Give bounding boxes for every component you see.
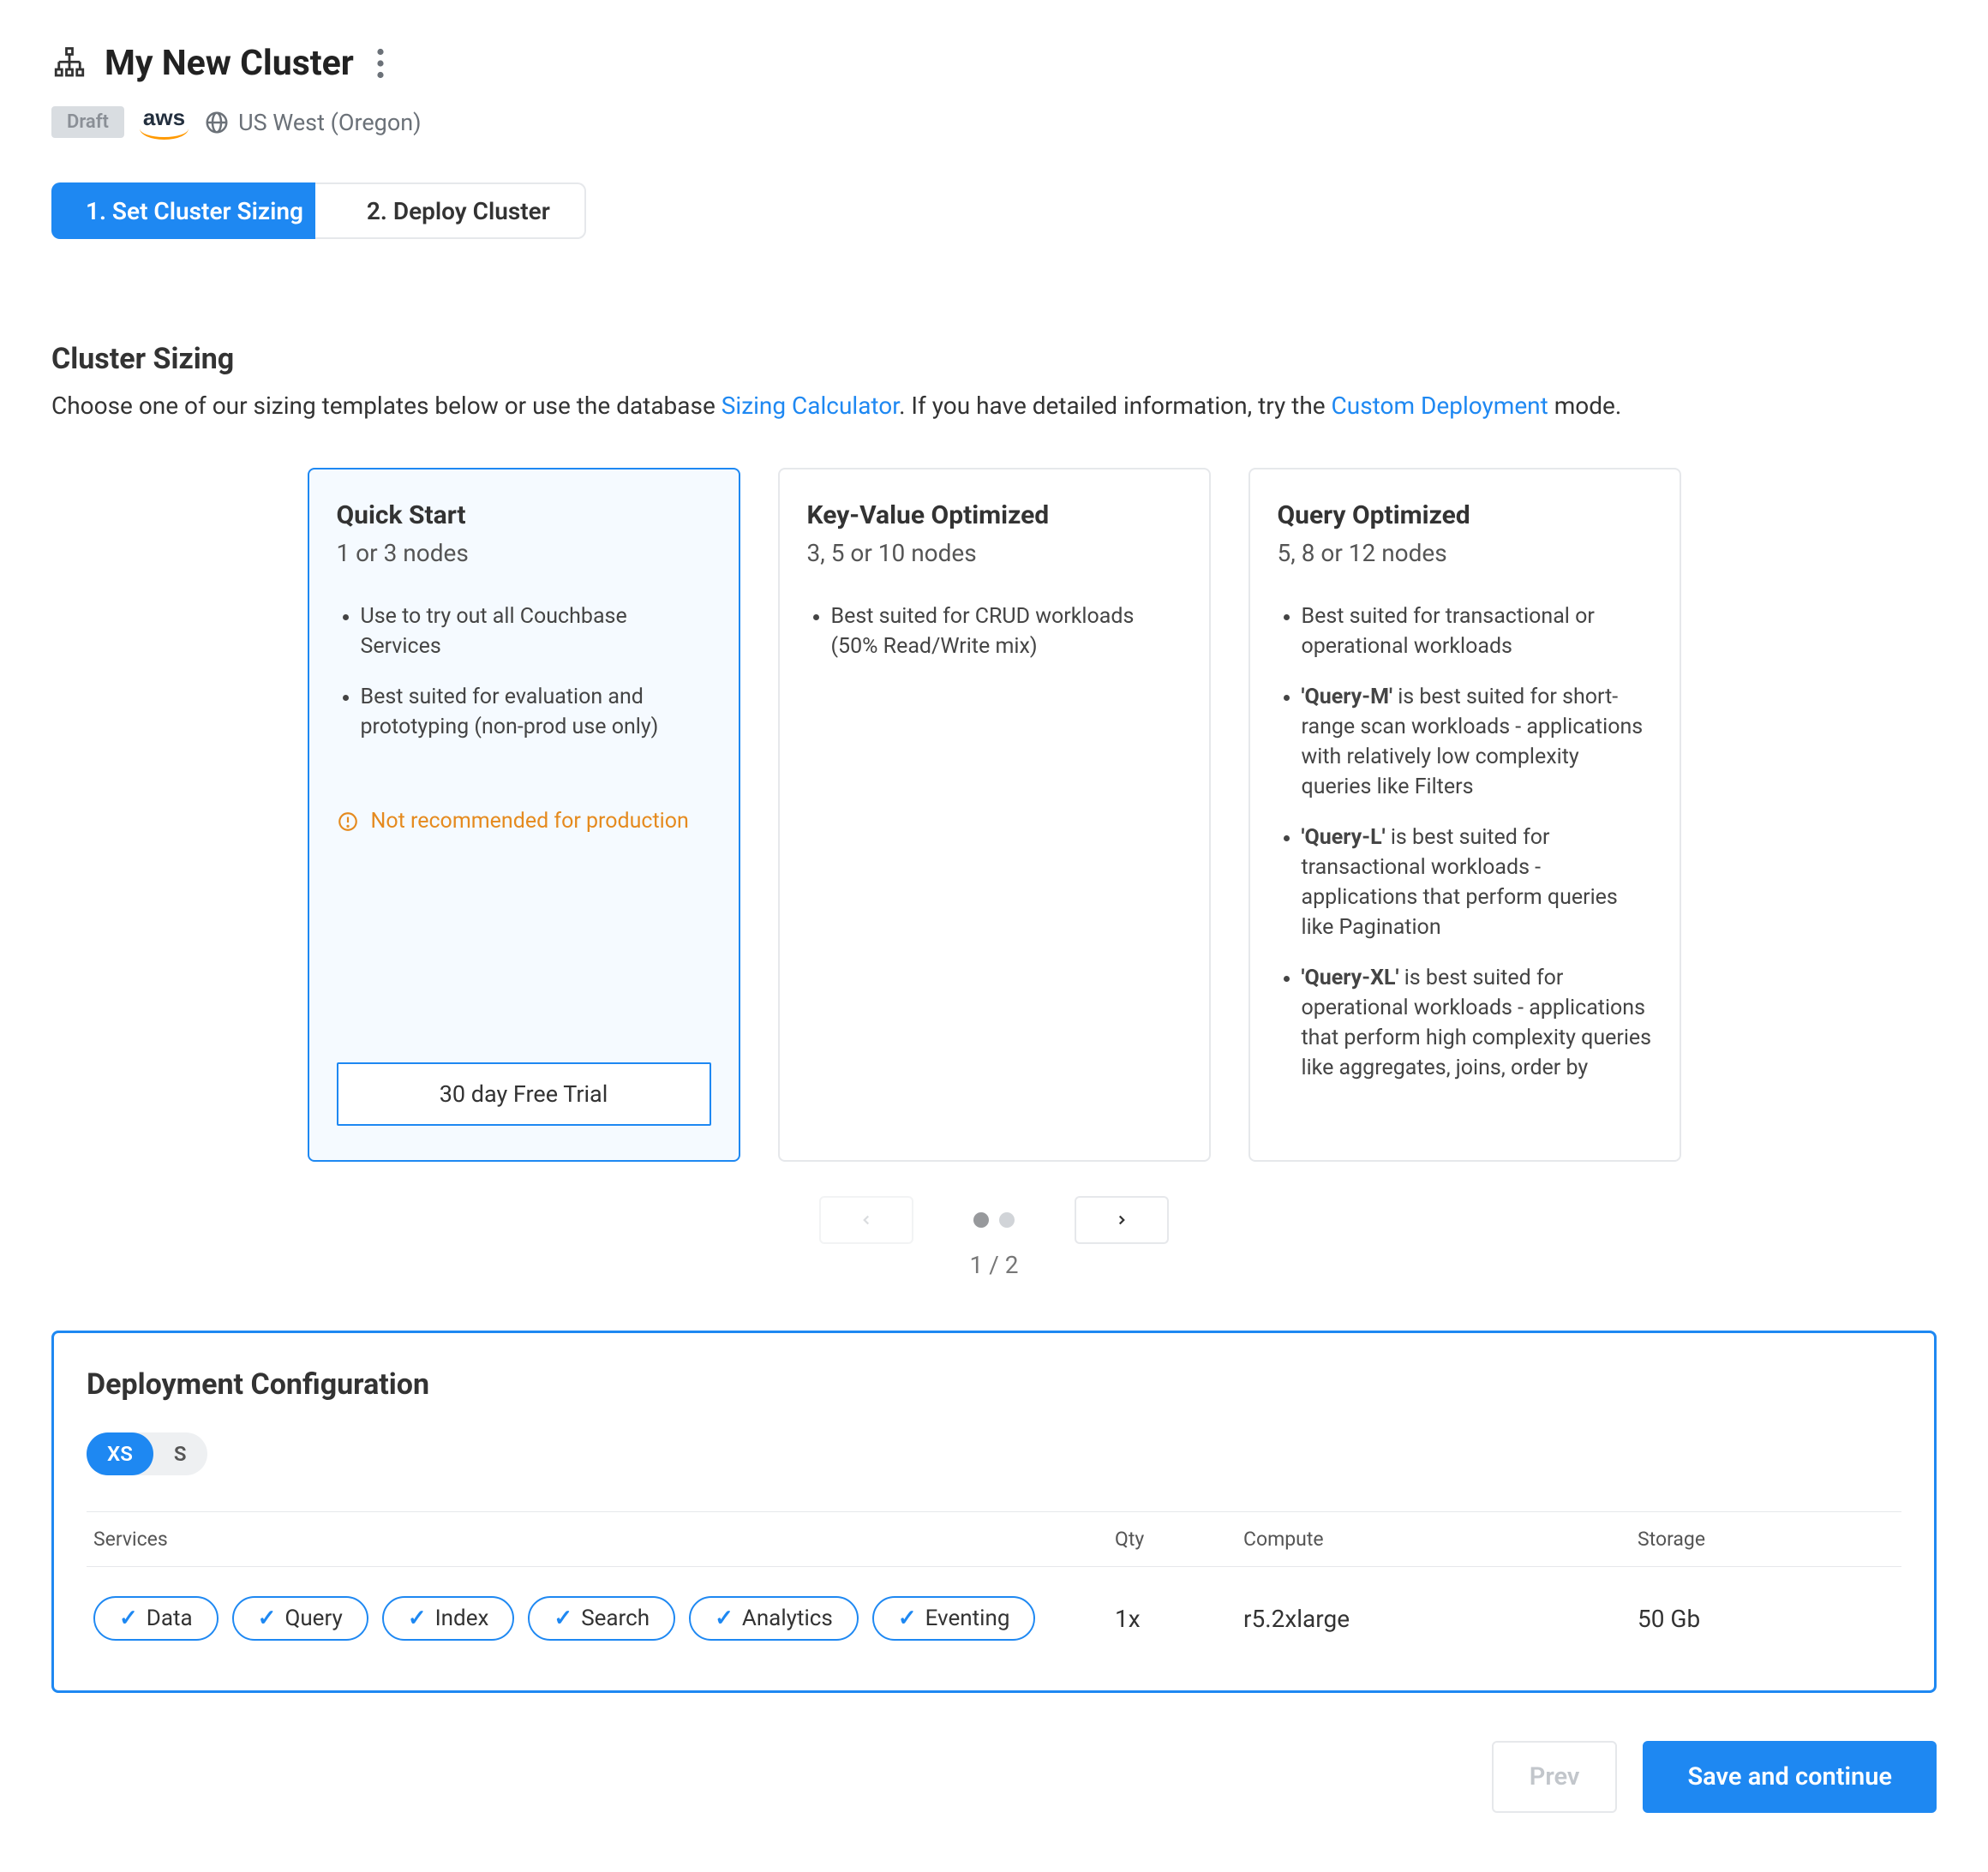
check-icon: ✓: [119, 1606, 138, 1631]
template-card-kv-optimized[interactable]: Key-Value Optimized 3, 5 or 10 nodes Bes…: [778, 468, 1211, 1162]
size-xs[interactable]: XS: [87, 1432, 153, 1475]
table-row: ✓Data ✓Query ✓Index ✓Search ✓Analytics ✓…: [87, 1567, 1901, 1670]
card-bullet: Best suited for transactional or operati…: [1302, 601, 1652, 661]
template-card-quick-start[interactable]: Quick Start 1 or 3 nodes Use to try out …: [308, 468, 740, 1162]
service-chip-search[interactable]: ✓Search: [528, 1596, 675, 1641]
more-menu-button[interactable]: [371, 43, 390, 84]
sizing-desc-post: mode.: [1548, 392, 1622, 420]
card-subtitle: 3, 5 or 10 nodes: [807, 539, 1182, 567]
sizing-calculator-link[interactable]: Sizing Calculator: [722, 392, 899, 420]
deployment-config-panel: Deployment Configuration XS S Services Q…: [51, 1331, 1937, 1693]
card-bullet: 'Query-L' is best suited for transaction…: [1302, 822, 1652, 942]
deploy-title: Deployment Configuration: [87, 1367, 1901, 1402]
th-services: Services: [87, 1528, 1115, 1551]
pager-dot[interactable]: [973, 1212, 989, 1228]
card-bullet: Use to try out all Couchbase Services: [361, 601, 711, 661]
pager-dots: [973, 1212, 1015, 1228]
sizing-desc-pre: Choose one of our sizing templates below…: [51, 392, 722, 420]
card-subtitle: 5, 8 or 12 nodes: [1278, 539, 1652, 567]
globe-icon: [204, 110, 230, 135]
page-counter: 1 / 2: [51, 1251, 1937, 1279]
production-warning: Not recommended for production: [337, 809, 711, 834]
check-icon: ✓: [715, 1606, 734, 1631]
card-title: Query Optimized: [1278, 500, 1652, 530]
sizing-desc-mid: . If you have detailed information, try …: [899, 392, 1331, 420]
cell-qty: 1x: [1115, 1605, 1243, 1633]
step-2-deploy[interactable]: 2. Deploy Cluster: [315, 182, 586, 239]
card-bullet: Best suited for CRUD workloads (50% Read…: [831, 601, 1182, 661]
pager-prev-button[interactable]: [819, 1196, 913, 1244]
service-chip-query[interactable]: ✓Query: [232, 1596, 368, 1641]
check-icon: ✓: [258, 1606, 277, 1631]
cluster-icon: [51, 45, 87, 81]
status-badge: Draft: [51, 106, 124, 138]
size-s[interactable]: S: [153, 1432, 207, 1475]
free-trial-button[interactable]: 30 day Free Trial: [337, 1062, 711, 1126]
template-card-query-optimized[interactable]: Query Optimized 5, 8 or 12 nodes Best su…: [1248, 468, 1681, 1162]
check-icon: ✓: [898, 1606, 917, 1631]
page-title: My New Cluster: [105, 43, 354, 84]
card-title: Quick Start: [337, 500, 711, 530]
custom-deployment-link[interactable]: Custom Deployment: [1332, 392, 1548, 420]
service-chip-data[interactable]: ✓Data: [93, 1596, 219, 1641]
region-label: US West (Oregon): [204, 109, 421, 136]
card-title: Key-Value Optimized: [807, 500, 1182, 530]
card-bullet: 'Query-XL' is best suited for operationa…: [1302, 963, 1652, 1083]
card-bullet: 'Query-M' is best suited for short-range…: [1302, 682, 1652, 802]
service-chip-analytics[interactable]: ✓Analytics: [689, 1596, 859, 1641]
provider-aws-logo: aws: [143, 105, 185, 140]
region-text: US West (Oregon): [238, 109, 421, 136]
prev-button[interactable]: Prev: [1492, 1741, 1618, 1813]
sizing-description: Choose one of our sizing templates below…: [51, 392, 1937, 420]
chevron-left-icon: [859, 1212, 874, 1228]
check-icon: ✓: [408, 1606, 427, 1631]
warning-icon: [337, 810, 359, 833]
service-chip-eventing[interactable]: ✓Eventing: [872, 1596, 1036, 1641]
service-chip-index[interactable]: ✓Index: [382, 1596, 515, 1641]
sizing-title: Cluster Sizing: [51, 342, 1937, 376]
card-subtitle: 1 or 3 nodes: [337, 539, 711, 567]
th-qty: Qty: [1115, 1528, 1243, 1551]
chevron-right-icon: [1114, 1212, 1129, 1228]
pager-dot[interactable]: [999, 1212, 1015, 1228]
th-storage: Storage: [1638, 1528, 1901, 1551]
warning-text: Not recommended for production: [371, 809, 689, 834]
save-continue-button[interactable]: Save and continue: [1643, 1741, 1937, 1813]
check-icon: ✓: [554, 1606, 572, 1631]
cell-compute: r5.2xlarge: [1243, 1605, 1638, 1633]
th-compute: Compute: [1243, 1528, 1638, 1551]
cell-storage: 50 Gb: [1638, 1605, 1901, 1633]
step-1-sizing[interactable]: 1. Set Cluster Sizing: [51, 182, 315, 239]
size-toggle: XS S: [87, 1432, 207, 1475]
card-bullet: Best suited for evaluation and prototypi…: [361, 682, 711, 742]
pager-next-button[interactable]: [1075, 1196, 1169, 1244]
